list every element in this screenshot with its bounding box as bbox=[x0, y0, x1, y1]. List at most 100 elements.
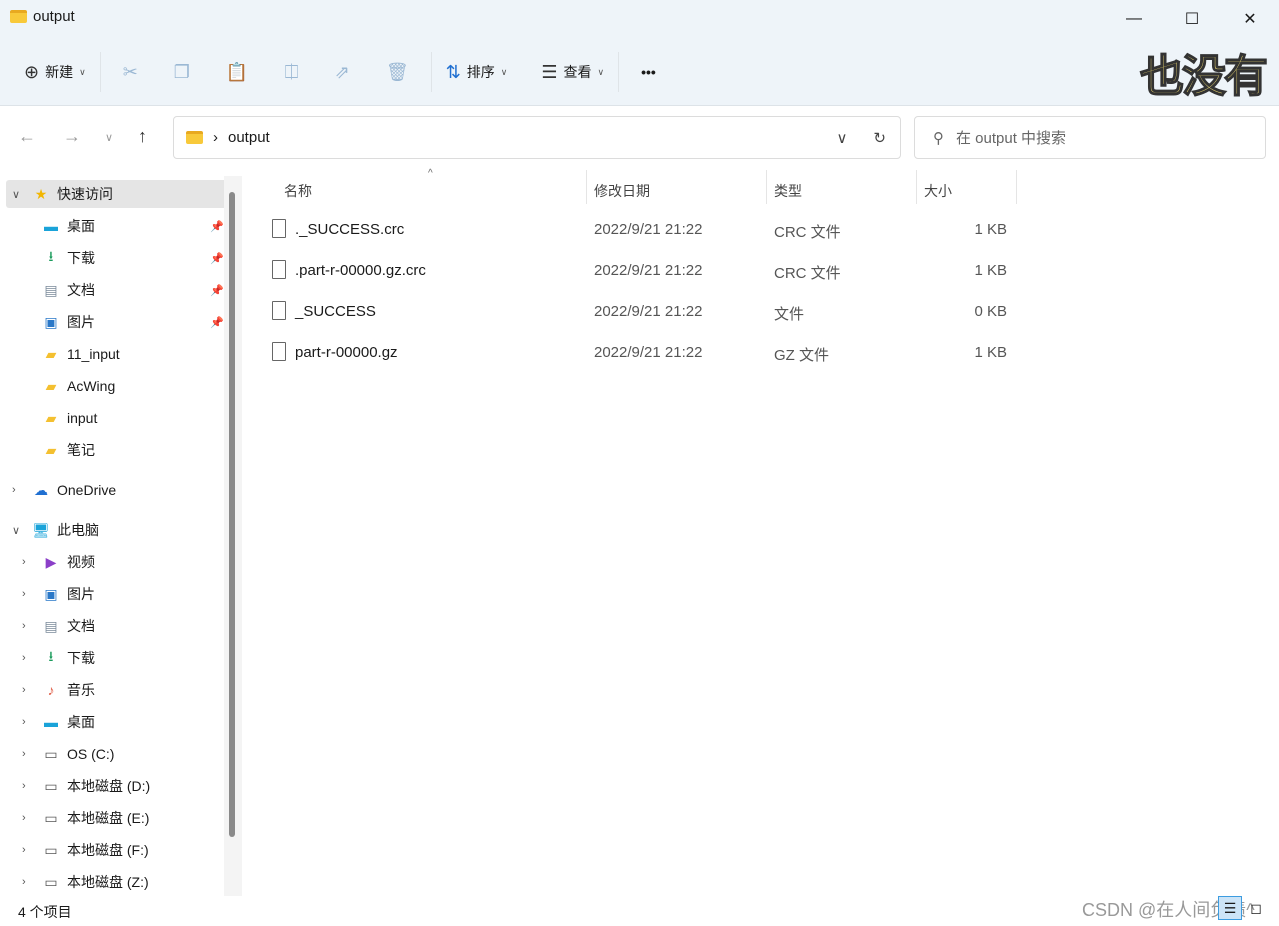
chevron-right-icon[interactable]: › bbox=[22, 844, 26, 856]
folder-icon: ▰ bbox=[45, 377, 57, 394]
file-icon bbox=[272, 342, 286, 361]
sidebar-item[interactable]: ▰ input bbox=[6, 404, 228, 432]
chevron-down-icon[interactable]: ∨ bbox=[836, 129, 847, 147]
column-header-size[interactable]: 大小 bbox=[924, 176, 952, 206]
sidebar-item[interactable]: › ▭ OS (C:) bbox=[6, 740, 228, 768]
pin-icon[interactable]: 📌 bbox=[210, 220, 224, 233]
forward-button[interactable]: → bbox=[63, 126, 81, 147]
sidebar-item[interactable]: ∨ ★ 快速访问 bbox=[6, 180, 228, 208]
sidebar-item[interactable]: ▬ 桌面 📌 bbox=[6, 212, 228, 240]
maximize-button[interactable]: ☐ bbox=[1163, 0, 1221, 38]
sidebar-item-label: 下载 bbox=[67, 250, 95, 266]
chevron-right-icon[interactable]: › bbox=[22, 748, 26, 760]
sidebar-item[interactable]: › ♪ 音乐 bbox=[6, 676, 228, 704]
sidebar-item[interactable]: › ▭ 本地磁盘 (Z:) bbox=[6, 868, 228, 896]
new-button[interactable]: ⊕ 新建 ∨ bbox=[14, 54, 96, 90]
sidebar-scrollbar-thumb[interactable] bbox=[229, 192, 235, 837]
sidebar-item[interactable]: › ▭ 本地磁盘 (D:) bbox=[6, 772, 228, 800]
chevron-down-icon[interactable]: ∨ bbox=[12, 188, 20, 201]
breadcrumb-output[interactable]: output bbox=[228, 129, 270, 146]
rename-button[interactable]: ⎅ bbox=[266, 54, 316, 90]
breadcrumb-separator: › bbox=[213, 129, 218, 146]
star-icon: ★ bbox=[34, 185, 48, 202]
music-icon: ♪ bbox=[47, 682, 55, 698]
column-divider[interactable] bbox=[916, 170, 917, 204]
tiles-view-button[interactable]: ◻ bbox=[1244, 896, 1268, 920]
search-input[interactable]: ⚲ 在 output 中搜索 bbox=[914, 116, 1266, 159]
pin-icon[interactable]: 📌 bbox=[210, 252, 224, 265]
sidebar-item[interactable]: ▤ 文档 📌 bbox=[6, 276, 228, 304]
pictures-icon: ▣ bbox=[44, 585, 58, 602]
delete-button[interactable]: 🗑 bbox=[368, 54, 427, 90]
column-divider[interactable] bbox=[586, 170, 587, 204]
chevron-right-icon[interactable]: › bbox=[22, 876, 26, 888]
up-button[interactable]: ↑ bbox=[138, 126, 147, 147]
trash-icon: 🗑 bbox=[385, 61, 409, 82]
cloud-icon: ☁ bbox=[34, 481, 48, 498]
close-button[interactable]: ✕ bbox=[1221, 0, 1279, 38]
chevron-right-icon[interactable]: › bbox=[12, 484, 16, 496]
file-row[interactable]: .part-r-00000.gz.crc 2022/9/21 21:22 CRC 文… bbox=[263, 250, 1023, 291]
file-row[interactable]: _SUCCESS 2022/9/21 21:22 文件 0 KB bbox=[263, 291, 1023, 332]
chevron-right-icon[interactable]: › bbox=[22, 556, 26, 568]
sidebar-item[interactable]: › ▤ 文档 bbox=[6, 612, 228, 640]
document-icon: ▤ bbox=[44, 281, 58, 298]
refresh-icon[interactable]: ↻ bbox=[873, 129, 886, 147]
file-name: part-r-00000.gz bbox=[295, 344, 398, 361]
sidebar-item-label: 此电脑 bbox=[57, 522, 99, 538]
pin-icon[interactable]: 📌 bbox=[210, 284, 224, 297]
file-date: 2022/9/21 21:22 bbox=[594, 344, 703, 361]
sidebar-item[interactable]: ▰ 11_input bbox=[6, 340, 228, 368]
column-divider[interactable] bbox=[766, 170, 767, 204]
recent-locations-button[interactable]: ∨ bbox=[105, 131, 113, 144]
sidebar-item[interactable]: ▣ 图片 📌 bbox=[6, 308, 228, 336]
chevron-right-icon[interactable]: › bbox=[22, 652, 26, 664]
sidebar-item-label: AcWing bbox=[67, 378, 116, 394]
file-row[interactable]: ._SUCCESS.crc 2022/9/21 21:22 CRC 文件 1 KB bbox=[263, 209, 1023, 250]
view-button[interactable]: ☰ 查看 ∨ bbox=[531, 54, 614, 90]
sidebar-item[interactable]: ∨ 🖥 此电脑 bbox=[6, 516, 228, 544]
sidebar-item[interactable]: › ▭ 本地磁盘 (E:) bbox=[6, 804, 228, 832]
sidebar-item-label: 图片 bbox=[67, 314, 95, 330]
paste-button[interactable]: 📋 bbox=[208, 54, 266, 90]
chevron-right-icon[interactable]: › bbox=[22, 780, 26, 792]
minimize-button[interactable]: — bbox=[1105, 0, 1163, 38]
share-button[interactable]: ⇗ bbox=[317, 54, 368, 90]
column-header-name[interactable]: 名称 bbox=[284, 176, 312, 206]
sidebar-item[interactable]: ▰ 笔记 bbox=[6, 436, 228, 464]
sort-button[interactable]: ⇅ 排序 ∨ bbox=[436, 54, 518, 90]
copy-button[interactable]: ❐ bbox=[156, 54, 208, 90]
sidebar-item-label: 本地磁盘 (E:) bbox=[67, 810, 150, 826]
chevron-right-icon[interactable]: › bbox=[22, 588, 26, 600]
chevron-right-icon[interactable]: › bbox=[22, 812, 26, 824]
chevron-right-icon[interactable]: › bbox=[22, 620, 26, 632]
address-bar[interactable]: › output ∨ ↻ bbox=[173, 116, 901, 159]
sidebar-item-label: 笔记 bbox=[67, 442, 95, 458]
sidebar-item[interactable]: › ▶ 视频 bbox=[6, 548, 228, 576]
column-divider[interactable] bbox=[1016, 170, 1017, 204]
more-button[interactable]: ••• bbox=[623, 54, 674, 90]
sidebar-item[interactable]: › ⭳ 下载 bbox=[6, 644, 228, 672]
sidebar-item[interactable]: ⭳ 下载 📌 bbox=[6, 244, 228, 272]
chevron-right-icon[interactable]: › bbox=[22, 716, 26, 728]
details-view-button[interactable]: ☰ bbox=[1218, 896, 1242, 920]
chevron-down-icon: ∨ bbox=[79, 66, 86, 77]
column-header-date[interactable]: 修改日期 bbox=[594, 176, 650, 206]
file-row[interactable]: part-r-00000.gz 2022/9/21 21:22 GZ 文件 1 KB bbox=[263, 332, 1023, 373]
sidebar-item-label: 音乐 bbox=[67, 682, 95, 698]
sidebar-item[interactable]: › ☁ OneDrive bbox=[6, 476, 228, 504]
sidebar-item[interactable]: ▰ AcWing bbox=[6, 372, 228, 400]
chevron-down-icon[interactable]: ∨ bbox=[12, 524, 20, 537]
pin-icon[interactable]: 📌 bbox=[210, 316, 224, 329]
computer-icon: 🖥 bbox=[32, 521, 50, 538]
column-header-type[interactable]: 类型 bbox=[774, 176, 802, 206]
chevron-right-icon[interactable]: › bbox=[22, 684, 26, 696]
drive-icon: ▭ bbox=[44, 745, 58, 762]
folder-icon bbox=[10, 10, 27, 23]
sidebar-item-label: OneDrive bbox=[57, 482, 117, 498]
back-button[interactable]: ← bbox=[18, 126, 36, 147]
cut-button[interactable]: ✂ bbox=[105, 54, 156, 90]
sidebar-item[interactable]: › ▭ 本地磁盘 (F:) bbox=[6, 836, 228, 864]
sidebar-item[interactable]: › ▣ 图片 bbox=[6, 580, 228, 608]
sidebar-item[interactable]: › ▬ 桌面 bbox=[6, 708, 228, 736]
